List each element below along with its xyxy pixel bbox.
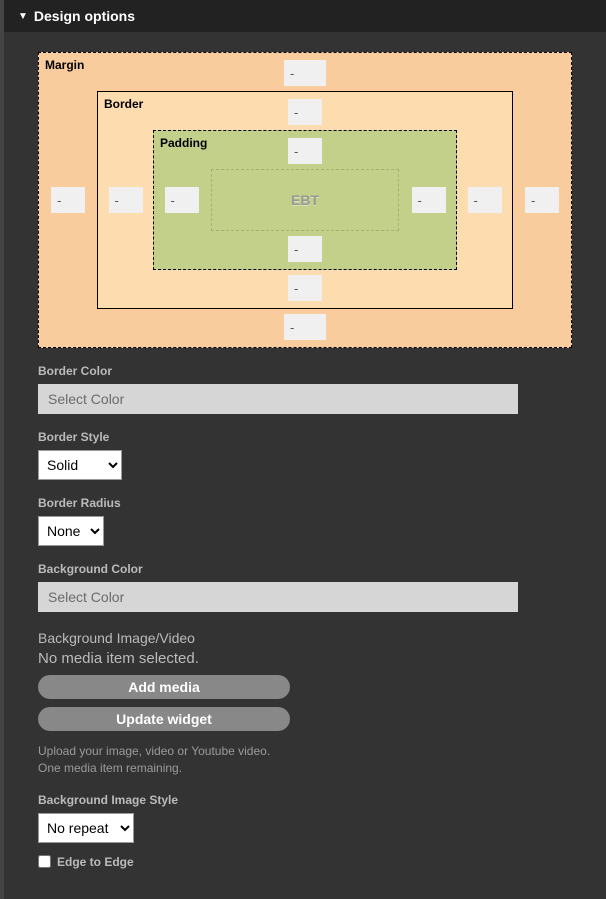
update-widget-button[interactable]: Update widget: [38, 707, 290, 731]
border-label: Border: [104, 97, 143, 111]
padding-top-input[interactable]: [288, 138, 322, 164]
bg-color-input[interactable]: [38, 582, 518, 612]
triangle-down-icon: ▼: [18, 11, 28, 22]
border-bottom-input[interactable]: [288, 275, 322, 301]
padding-label: Padding: [160, 136, 207, 150]
edge-to-edge-checkbox[interactable]: [38, 855, 51, 868]
bg-media-help: Upload your image, video or Youtube vide…: [38, 743, 572, 777]
bg-media-heading: Background Image/Video: [38, 630, 572, 646]
margin-bottom-input[interactable]: [284, 314, 326, 340]
bg-media-status: No media item selected.: [38, 650, 572, 667]
border-radius-label: Border Radius: [38, 496, 572, 510]
padding-left-input[interactable]: [165, 187, 199, 213]
margin-top-input[interactable]: [284, 60, 326, 86]
border-right-input[interactable]: [468, 187, 502, 213]
border-left-input[interactable]: [109, 187, 143, 213]
border-color-label: Border Color: [38, 364, 572, 378]
content-box: EBT: [211, 169, 399, 231]
edge-to-edge-label: Edge to Edge: [57, 855, 134, 869]
border-style-label: Border Style: [38, 430, 572, 444]
bg-color-label: Background Color: [38, 562, 572, 576]
margin-label: Margin: [45, 58, 84, 72]
panel-title: Design options: [34, 8, 135, 24]
add-media-button[interactable]: Add media: [38, 675, 290, 699]
border-radius-select[interactable]: None: [38, 516, 104, 546]
border-style-select[interactable]: Solid: [38, 450, 122, 480]
padding-right-input[interactable]: [412, 187, 446, 213]
box-model-editor: Margin Border Padding: [38, 52, 572, 348]
border-top-input[interactable]: [288, 99, 322, 125]
border-color-input[interactable]: [38, 384, 518, 414]
margin-right-input[interactable]: [525, 187, 559, 213]
bg-image-style-select[interactable]: No repeat: [38, 813, 134, 843]
margin-left-input[interactable]: [51, 187, 85, 213]
edge-to-edge-row: Edge to Edge: [38, 855, 572, 869]
panel-header[interactable]: ▼ Design options: [4, 0, 606, 32]
padding-bottom-input[interactable]: [288, 236, 322, 262]
bg-image-style-label: Background Image Style: [38, 793, 572, 807]
